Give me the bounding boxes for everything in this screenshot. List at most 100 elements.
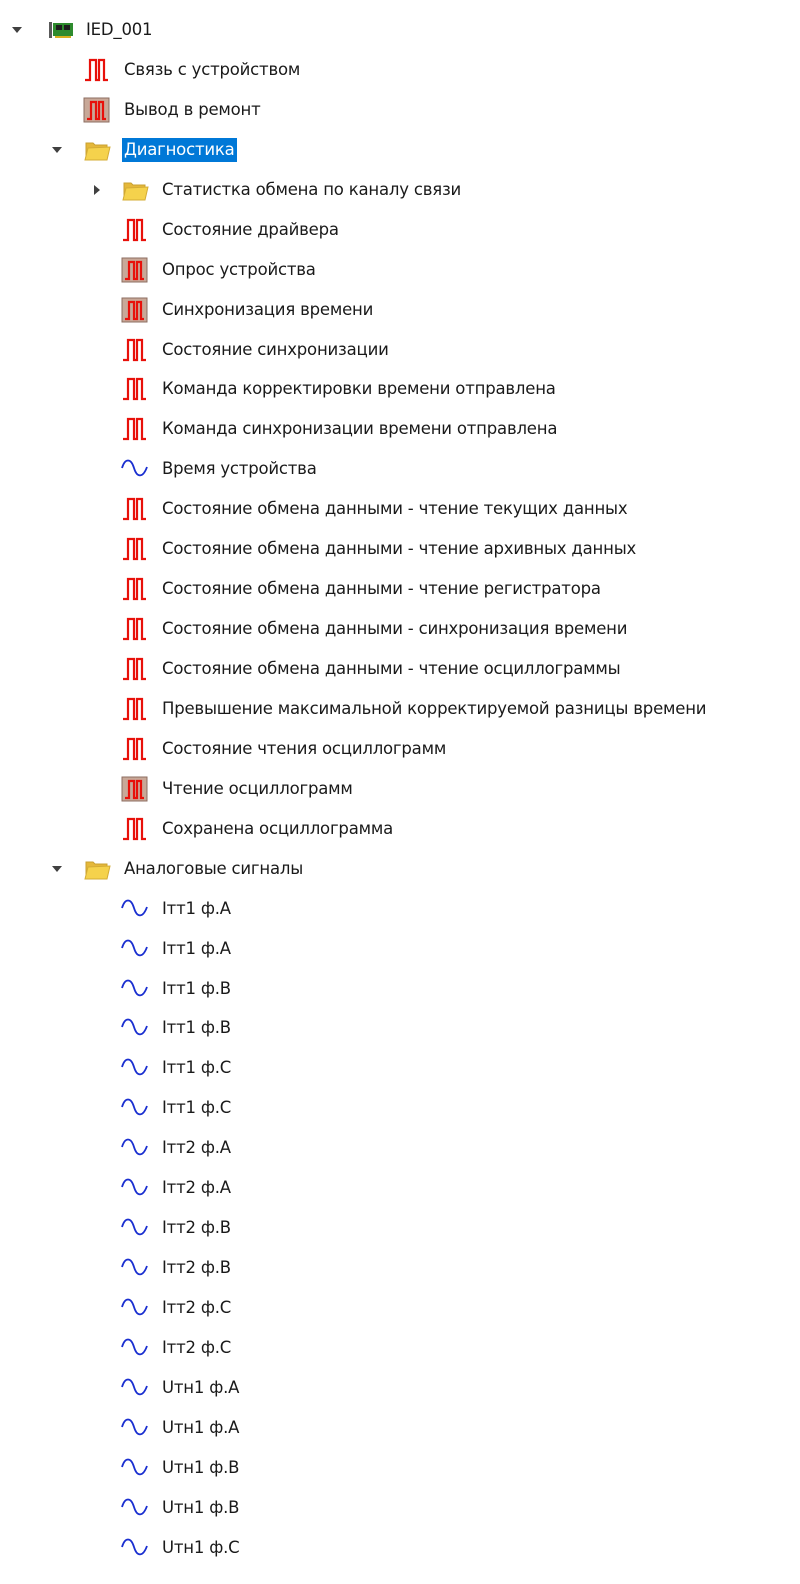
discrete-signal-icon [120, 575, 150, 603]
tree-item[interactable]: Iтт1 ф.A [0, 929, 800, 969]
tree-item[interactable]: Сохранена осциллограмма [0, 809, 800, 849]
tree-item[interactable]: Uтн1 ф.A [0, 1408, 800, 1448]
discrete-signal-icon [120, 695, 150, 723]
tree-item[interactable]: Iтт2 ф.B [0, 1248, 800, 1288]
tree-item[interactable]: Команда синхронизации времени отправлена [0, 409, 800, 449]
analog-signal-icon [120, 1174, 150, 1202]
discrete-command-icon [120, 296, 150, 324]
analog-signal-icon [120, 1454, 150, 1482]
tree-item[interactable]: Вывод в ремонт [0, 90, 800, 130]
tree-item-label: Iтт1 ф.A [162, 938, 231, 958]
tree-item[interactable]: Uтн1 ф.C [0, 1528, 800, 1568]
tree-item[interactable]: Iтт2 ф.A [0, 1168, 800, 1208]
discrete-signal-icon [120, 655, 150, 683]
tree-item[interactable]: Iтт2 ф.C [0, 1328, 800, 1368]
expand-arrow-icon[interactable] [50, 862, 64, 876]
tree-item-label: Команда синхронизации времени отправлена [162, 419, 558, 439]
discrete-signal-icon [120, 495, 150, 523]
tree-item-label: Связь с устройством [124, 59, 301, 79]
tree-item[interactable]: Превышение максимальной корректируемой р… [0, 689, 800, 729]
analog-signal-icon [120, 1294, 150, 1322]
tree-item-label: Состояние драйвера [162, 219, 339, 239]
tree-item[interactable]: Аналоговые сигналы [0, 849, 800, 889]
tree-item[interactable]: Команда корректировки времени отправлена [0, 369, 800, 409]
tree-item[interactable]: Iтт2 ф.C [0, 1288, 800, 1328]
analog-signal-icon [120, 1214, 150, 1242]
tree-item[interactable]: Iтт1 ф.B [0, 969, 800, 1009]
tree-item-label: Uтн1 ф.C [162, 1537, 240, 1557]
tree-item-label: Iтт2 ф.B [162, 1218, 231, 1238]
expand-arrow-icon[interactable] [10, 23, 24, 37]
tree-item[interactable]: Опрос устройства [0, 250, 800, 290]
tree-item-label: Состояние синхронизации [162, 339, 389, 359]
discrete-command-icon [82, 96, 112, 124]
tree-item[interactable]: Iтт1 ф.A [0, 889, 800, 929]
analog-signal-icon [120, 1534, 150, 1562]
tree-item-label: Состояние обмена данными - чтение архивн… [162, 539, 637, 559]
discrete-signal-icon [120, 535, 150, 563]
tree-item-label: Сохранена осциллограмма [162, 818, 394, 838]
analog-signal-icon [120, 1494, 150, 1522]
discrete-signal-icon [120, 615, 150, 643]
tree-item-label: Время устройства [162, 459, 317, 479]
tree-item-label: Iтт1 ф.B [162, 1018, 231, 1038]
analog-signal-icon [120, 1014, 150, 1042]
discrete-command-icon [120, 256, 150, 284]
tree-item[interactable]: Диагностика [0, 130, 800, 170]
analog-signal-icon [120, 975, 150, 1003]
tree-item[interactable]: Состояние обмена данными - чтение текущи… [0, 489, 800, 529]
folder-icon [82, 855, 112, 883]
tree-item[interactable]: Iтт1 ф.C [0, 1048, 800, 1088]
discrete-signal-icon [120, 735, 150, 763]
tree-item-label: Состояние обмена данными - чтение текущи… [162, 499, 628, 519]
tree-item-label: Состояние обмена данными - синхронизация… [162, 619, 628, 639]
analog-signal-icon [120, 935, 150, 963]
folder-icon [82, 136, 112, 164]
tree-item[interactable]: Iтт1 ф.C [0, 1088, 800, 1128]
tree-item[interactable]: Время устройства [0, 449, 800, 489]
discrete-signal-icon [120, 336, 150, 364]
analog-signal-icon [120, 1134, 150, 1162]
tree-item[interactable]: Статистка обмена по каналу связи [0, 170, 800, 210]
tree-item-label: Iтт2 ф.A [162, 1138, 231, 1158]
tree-item-label: Статистка обмена по каналу связи [162, 179, 462, 199]
tree-item[interactable]: Iтт2 ф.A [0, 1128, 800, 1168]
tree-item-label: Uтн1 ф.A [162, 1377, 240, 1397]
tree-item[interactable]: Состояние обмена данными - синхронизация… [0, 609, 800, 649]
tree-item[interactable]: Состояние драйвера [0, 210, 800, 250]
tree-item[interactable]: Связь с устройством [0, 50, 800, 90]
expand-arrow-icon[interactable] [50, 143, 64, 157]
tree-item-label: IED_001 [86, 20, 153, 39]
tree-item[interactable]: Uтн1 ф.B [0, 1448, 800, 1488]
folder-icon [120, 176, 150, 204]
tree-item[interactable]: Состояние синхронизации [0, 330, 800, 370]
tree-item[interactable]: Чтение осциллограмм [0, 769, 800, 809]
tree-item-label: Состояние обмена данными - чтение осцилл… [162, 659, 621, 678]
tree-item-label: Iтт2 ф.C [162, 1337, 232, 1357]
tree-item[interactable]: Состояние чтения осциллограмм [0, 729, 800, 769]
tree-item-label: Чтение осциллограмм [162, 778, 353, 798]
analog-signal-icon [120, 1374, 150, 1402]
tree-item[interactable]: Состояние обмена данными - чтение регист… [0, 569, 800, 609]
tree-item-label: Uтн1 ф.B [162, 1457, 240, 1477]
tree-item-label: Iтт1 ф.C [162, 1098, 232, 1118]
tree-item[interactable]: IED_001 [0, 10, 800, 50]
tree-item[interactable]: Состояние обмена данными - чтение осцилл… [0, 649, 800, 689]
discrete-signal-icon [120, 216, 150, 244]
tree-item[interactable]: Uтн1 ф.B [0, 1488, 800, 1528]
analog-signal-icon [120, 1094, 150, 1122]
analog-signal-icon [120, 895, 150, 923]
tree-item[interactable]: Iтт2 ф.B [0, 1208, 800, 1248]
tree-item-label: Iтт1 ф.B [162, 978, 231, 998]
analog-signal-icon [120, 455, 150, 483]
discrete-command-icon [120, 775, 150, 803]
tree-item[interactable]: Iтт1 ф.B [0, 1008, 800, 1048]
tree-item-label: Iтт2 ф.A [162, 1178, 231, 1198]
tree-item[interactable]: Uтн1 ф.A [0, 1368, 800, 1408]
tree-item[interactable]: Состояние обмена данными - чтение архивн… [0, 529, 800, 569]
tree-item-label: Превышение максимальной корректируемой р… [162, 698, 707, 718]
tree-item-label: Опрос устройства [162, 259, 316, 279]
collapse-arrow-icon[interactable] [90, 183, 104, 197]
tree-item[interactable]: Синхронизация времени [0, 290, 800, 330]
tree-item-label: Аналоговые сигналы [124, 858, 304, 878]
